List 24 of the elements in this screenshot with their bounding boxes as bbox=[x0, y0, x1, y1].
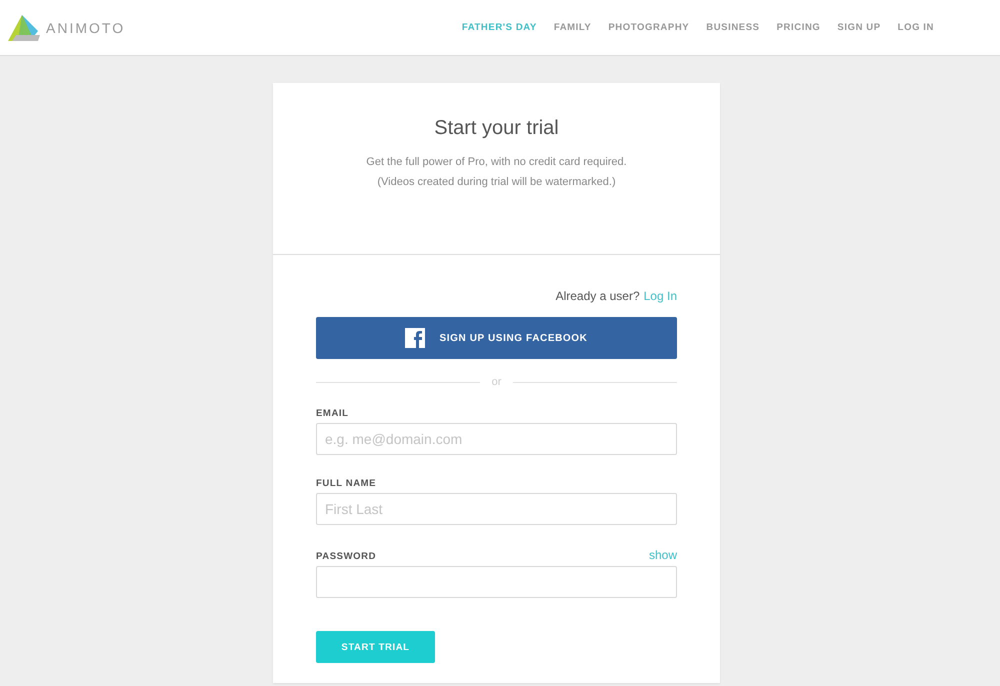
login-link[interactable]: Log In bbox=[644, 289, 677, 303]
field-label: EMAIL bbox=[316, 408, 349, 419]
card-title: Start your trial bbox=[433, 117, 560, 140]
field-label: PASSWORD bbox=[316, 551, 376, 562]
input-field[interactable]: First Last bbox=[316, 493, 677, 525]
facebook-icon bbox=[405, 328, 426, 348]
card-subtitle: (Videos created during trial will be watermarked.) bbox=[376, 175, 617, 190]
nav-link[interactable]: LOG IN bbox=[898, 22, 934, 33]
facebook-button[interactable]: SIGN UP USING FACEBOOK bbox=[316, 317, 677, 359]
show-password-link[interactable]: show bbox=[648, 548, 677, 562]
input-field[interactable] bbox=[316, 566, 677, 598]
logo-icon bbox=[8, 14, 40, 40]
field-label: FULL NAME bbox=[316, 478, 376, 489]
logo-text: ANIMOTO bbox=[46, 20, 126, 36]
nav-link[interactable]: PHOTOGRAPHY bbox=[608, 22, 690, 33]
nav-link[interactable]: PRICING bbox=[776, 22, 820, 33]
nav-link[interactable]: BUSINESS bbox=[706, 22, 760, 33]
input-field[interactable]: e.g. me@domain.com bbox=[316, 423, 677, 455]
nav-link[interactable]: FAMILY bbox=[554, 22, 592, 33]
start-trial-button[interactable]: START TRIAL bbox=[316, 631, 435, 663]
login-prompt: Already a user? bbox=[556, 289, 640, 303]
nav-link[interactable]: FATHER'S DAY bbox=[462, 22, 537, 33]
card-subtitle: Get the full power of Pro, with no credit card required. bbox=[365, 155, 628, 170]
nav-link[interactable]: SIGN UP bbox=[837, 22, 881, 33]
